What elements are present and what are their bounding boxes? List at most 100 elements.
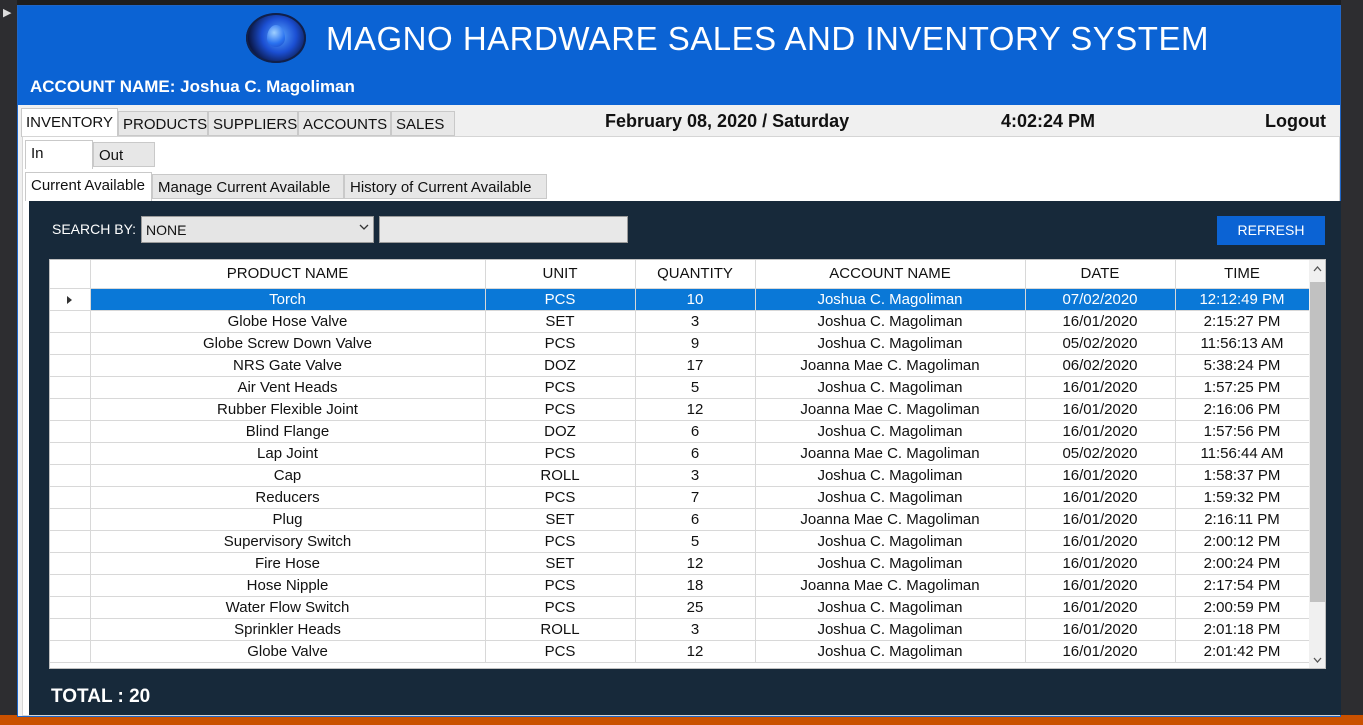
cell-time[interactable]: 5:38:24 PM xyxy=(1175,354,1310,377)
refresh-button[interactable]: REFRESH xyxy=(1217,216,1325,245)
cell-date[interactable]: 16/01/2020 xyxy=(1025,530,1176,553)
cell-product-name[interactable]: Plug xyxy=(90,508,486,531)
col-product-name[interactable]: PRODUCT NAME xyxy=(90,260,486,289)
table-row[interactable]: Globe Screw Down Valve PCS 9 Joshua C. Mago… xyxy=(50,332,1310,355)
table-row[interactable]: Cap ROLL 3 Joshua C. Magoliman 16/01/2020 1:5… xyxy=(50,464,1310,487)
cell-unit[interactable]: PCS xyxy=(485,442,636,465)
cell-time[interactable]: 1:59:32 PM xyxy=(1175,486,1310,509)
cell-quantity[interactable]: 18 xyxy=(635,574,756,597)
cell-account-name[interactable]: Joanna Mae C. Magoliman xyxy=(755,508,1026,531)
table-row[interactable]: Lap Joint PCS 6 Joanna Mae C. Magoliman 05/0… xyxy=(50,442,1310,465)
cell-unit[interactable]: SET xyxy=(485,310,636,333)
cell-account-name[interactable]: Joshua C. Magoliman xyxy=(755,332,1026,355)
row-header[interactable] xyxy=(50,442,91,465)
row-header[interactable] xyxy=(50,376,91,399)
table-row[interactable]: Water Flow Switch PCS 25 Joshua C. Magolima… xyxy=(50,596,1310,619)
row-header[interactable] xyxy=(50,574,91,597)
cell-unit[interactable]: DOZ xyxy=(485,354,636,377)
col-time[interactable]: TIME xyxy=(1175,260,1310,289)
cell-date[interactable]: 06/02/2020 xyxy=(1025,354,1176,377)
cell-account-name[interactable]: Joshua C. Magoliman xyxy=(755,376,1026,399)
cell-unit[interactable]: PCS xyxy=(485,530,636,553)
cell-quantity[interactable]: 6 xyxy=(635,442,756,465)
cell-time[interactable]: 2:00:24 PM xyxy=(1175,552,1310,575)
cell-quantity[interactable]: 7 xyxy=(635,486,756,509)
row-header[interactable] xyxy=(50,552,91,575)
cell-date[interactable]: 16/01/2020 xyxy=(1025,420,1176,443)
cell-quantity[interactable]: 10 xyxy=(635,288,756,311)
cell-time[interactable]: 2:15:27 PM xyxy=(1175,310,1310,333)
cell-quantity[interactable]: 3 xyxy=(635,310,756,333)
cell-unit[interactable]: PCS xyxy=(485,486,636,509)
cell-date[interactable]: 16/01/2020 xyxy=(1025,486,1176,509)
cell-quantity[interactable]: 6 xyxy=(635,420,756,443)
cell-time[interactable]: 2:00:59 PM xyxy=(1175,596,1310,619)
table-row[interactable]: Globe Valve PCS 12 Joshua C. Magoliman 16/01… xyxy=(50,640,1310,663)
cell-account-name[interactable]: Joshua C. Magoliman xyxy=(755,530,1026,553)
tab-accounts[interactable]: ACCOUNTS xyxy=(298,111,391,136)
row-header[interactable] xyxy=(50,596,91,619)
cell-time[interactable]: 1:57:25 PM xyxy=(1175,376,1310,399)
table-row[interactable]: Fire Hose SET 12 Joshua C. Magoliman 16/01/2… xyxy=(50,552,1310,575)
cell-unit[interactable]: SET xyxy=(485,552,636,575)
cell-quantity[interactable]: 5 xyxy=(635,376,756,399)
row-header[interactable] xyxy=(50,420,91,443)
cell-product-name[interactable]: Lap Joint xyxy=(90,442,486,465)
cell-account-name[interactable]: Joshua C. Magoliman xyxy=(755,464,1026,487)
cell-product-name[interactable]: Fire Hose xyxy=(90,552,486,575)
table-row[interactable]: Rubber Flexible Joint PCS 12 Joanna Mae C. … xyxy=(50,398,1310,421)
cell-time[interactable]: 2:01:42 PM xyxy=(1175,640,1310,663)
grid-scrollbar[interactable] xyxy=(1309,260,1325,668)
cell-time[interactable]: 11:56:13 AM xyxy=(1175,332,1310,355)
cell-time[interactable]: 1:57:56 PM xyxy=(1175,420,1310,443)
cell-product-name[interactable]: Supervisory Switch xyxy=(90,530,486,553)
cell-account-name[interactable]: Joshua C. Magoliman xyxy=(755,288,1026,311)
col-quantity[interactable]: QUANTITY xyxy=(635,260,756,289)
table-row[interactable]: Globe Hose Valve SET 3 Joshua C. Magoliman 1… xyxy=(50,310,1310,333)
cell-unit[interactable]: PCS xyxy=(485,640,636,663)
table-row[interactable]: Sprinkler Heads ROLL 3 Joshua C. Magoliman 1… xyxy=(50,618,1310,641)
table-row[interactable]: Blind Flange DOZ 6 Joshua C. Magoliman 16/01… xyxy=(50,420,1310,443)
col-unit[interactable]: UNIT xyxy=(485,260,636,289)
row-header[interactable] xyxy=(50,354,91,377)
cell-quantity[interactable]: 12 xyxy=(635,398,756,421)
row-header[interactable] xyxy=(50,640,91,663)
cell-product-name[interactable]: Water Flow Switch xyxy=(90,596,486,619)
cell-product-name[interactable]: Globe Screw Down Valve xyxy=(90,332,486,355)
cell-date[interactable]: 05/02/2020 xyxy=(1025,442,1176,465)
cell-unit[interactable]: PCS xyxy=(485,288,636,311)
table-row[interactable]: Air Vent Heads PCS 5 Joshua C. Magoliman 16/… xyxy=(50,376,1310,399)
cell-product-name[interactable]: Blind Flange xyxy=(90,420,486,443)
search-by-select[interactable]: NONE xyxy=(141,216,374,243)
tab-history-current-available[interactable]: History of Current Available xyxy=(344,174,547,199)
tab-products[interactable]: PRODUCTS xyxy=(118,111,208,136)
cell-unit[interactable]: ROLL xyxy=(485,618,636,641)
cell-account-name[interactable]: Joshua C. Magoliman xyxy=(755,552,1026,575)
cell-date[interactable]: 07/02/2020 xyxy=(1025,288,1176,311)
cell-product-name[interactable]: Reducers xyxy=(90,486,486,509)
cell-date[interactable]: 16/01/2020 xyxy=(1025,574,1176,597)
cell-account-name[interactable]: Joanna Mae C. Magoliman xyxy=(755,442,1026,465)
cell-date[interactable]: 16/01/2020 xyxy=(1025,596,1176,619)
cell-product-name[interactable]: Globe Valve xyxy=(90,640,486,663)
cell-product-name[interactable]: Cap xyxy=(90,464,486,487)
logout-link[interactable]: Logout xyxy=(1265,111,1326,132)
cell-account-name[interactable]: Joshua C. Magoliman xyxy=(755,310,1026,333)
table-row[interactable]: Hose Nipple PCS 18 Joanna Mae C. Magoliman 1… xyxy=(50,574,1310,597)
search-input[interactable] xyxy=(379,216,628,243)
cell-account-name[interactable]: Joanna Mae C. Magoliman xyxy=(755,398,1026,421)
cell-product-name[interactable]: Hose Nipple xyxy=(90,574,486,597)
row-header[interactable] xyxy=(50,288,91,311)
row-header[interactable] xyxy=(50,398,91,421)
cell-date[interactable]: 16/01/2020 xyxy=(1025,618,1176,641)
cell-quantity[interactable]: 12 xyxy=(635,552,756,575)
table-row[interactable]: NRS Gate Valve DOZ 17 Joanna Mae C. Magolim… xyxy=(50,354,1310,377)
table-row[interactable]: Supervisory Switch PCS 5 Joshua C. Magolima… xyxy=(50,530,1310,553)
tab-sales[interactable]: SALES xyxy=(391,111,455,136)
cell-account-name[interactable]: Joanna Mae C. Magoliman xyxy=(755,354,1026,377)
cell-quantity[interactable]: 5 xyxy=(635,530,756,553)
cell-product-name[interactable]: Globe Hose Valve xyxy=(90,310,486,333)
cell-unit[interactable]: DOZ xyxy=(485,420,636,443)
cell-unit[interactable]: PCS xyxy=(485,332,636,355)
cell-account-name[interactable]: Joshua C. Magoliman xyxy=(755,420,1026,443)
